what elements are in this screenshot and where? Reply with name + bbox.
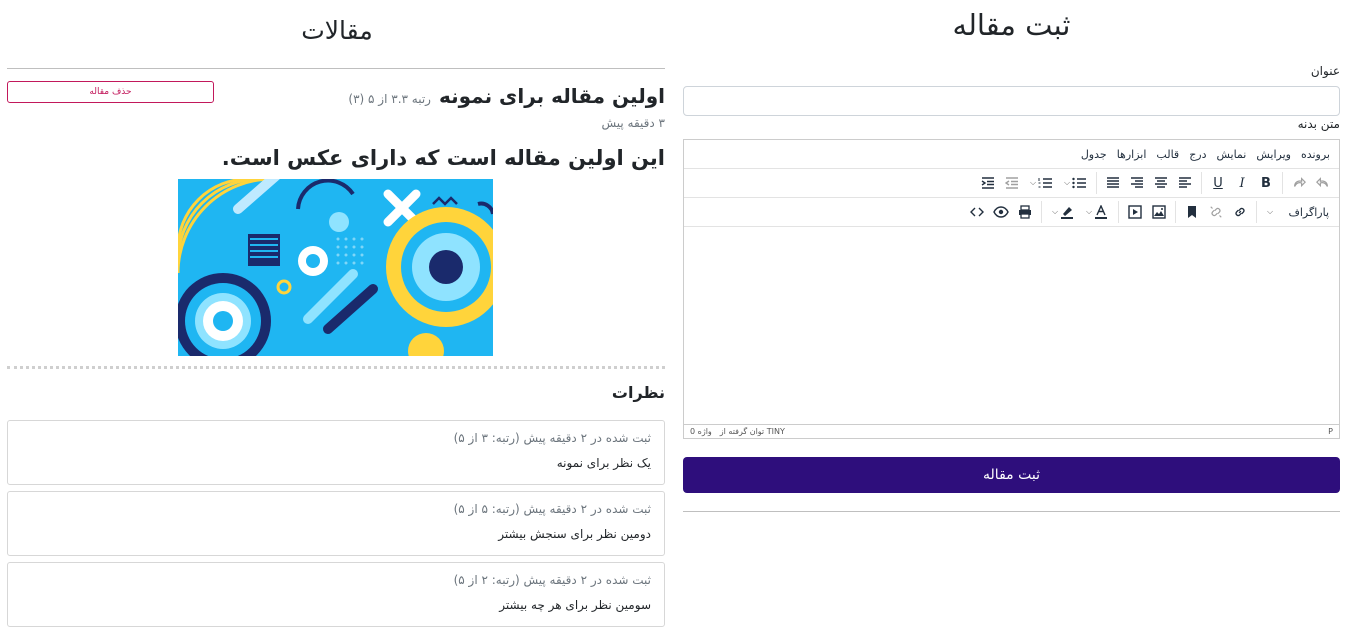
delete-article-button[interactable]: حذف مقاله bbox=[7, 81, 214, 103]
divider bbox=[683, 511, 1340, 512]
menu-edit[interactable]: ویرایش bbox=[1251, 148, 1296, 161]
title-input[interactable] bbox=[683, 86, 1340, 116]
menu-insert[interactable]: درج bbox=[1184, 148, 1211, 161]
toolbar-divider bbox=[1118, 201, 1119, 223]
editor-menubar: برونده ویرایش نمایش درج قالب ابزارها جدو… bbox=[684, 140, 1339, 169]
menu-view[interactable]: نمایش bbox=[1212, 148, 1252, 161]
italic-icon[interactable]: I bbox=[1230, 171, 1254, 195]
underline-icon[interactable]: U bbox=[1206, 171, 1230, 195]
preview-icon[interactable] bbox=[989, 200, 1013, 224]
numbered-list-icon[interactable]: ⌵ bbox=[1024, 171, 1058, 195]
align-justify-icon[interactable] bbox=[1101, 171, 1125, 195]
post-rating: رتبه ۳.۳ از ۵ (۳) bbox=[348, 92, 431, 106]
editor-toolbar-1: B I U ⌵ ⌵ bbox=[684, 169, 1339, 198]
media-icon[interactable] bbox=[1123, 200, 1147, 224]
post-title[interactable]: اولین مقاله برای نمونه bbox=[439, 84, 665, 108]
comment-card: ثبت شده در ۲ دقیقه پیش (رتبه: ۵ از ۵) دو… bbox=[7, 491, 665, 556]
chevron-down-icon: ⌵ bbox=[1267, 207, 1274, 216]
form-heading: ثبت مقاله bbox=[952, 8, 1071, 42]
title-label: عنوان bbox=[1310, 64, 1340, 78]
undo-icon[interactable] bbox=[1311, 171, 1335, 195]
comment-text: یک نظر برای نمونه bbox=[556, 456, 651, 470]
comment-text: دومین نظر برای سنجش بیشتر bbox=[498, 527, 651, 541]
bullet-list-icon[interactable]: ⌵ bbox=[1058, 171, 1092, 195]
editor-statusbar: P 0 واژه توان گرفته از TINY bbox=[684, 424, 1339, 438]
toolbar-divider bbox=[1282, 172, 1283, 194]
articles-heading: مقالات bbox=[301, 16, 373, 45]
bookmark-icon[interactable] bbox=[1180, 200, 1204, 224]
articles-section: مقالات حذف مقاله اولین مقاله برای نمونه … bbox=[7, 0, 665, 629]
editor-toolbar-2: پاراگراف ⌵ ⌵ ⌵ bbox=[684, 198, 1339, 227]
body-label: متن بدنه bbox=[1297, 117, 1340, 131]
tiny-branding[interactable]: توان گرفته از TINY bbox=[720, 427, 785, 436]
align-center-icon[interactable] bbox=[1149, 171, 1173, 195]
text-color-icon[interactable]: ⌵ bbox=[1080, 200, 1114, 224]
link-icon[interactable] bbox=[1228, 200, 1252, 224]
menu-file[interactable]: برونده bbox=[1296, 148, 1335, 161]
redo-icon[interactable] bbox=[1287, 171, 1311, 195]
menu-format[interactable]: قالب bbox=[1151, 148, 1184, 161]
align-right-icon[interactable] bbox=[1125, 171, 1149, 195]
outdent-icon[interactable] bbox=[1000, 171, 1024, 195]
comment-meta: ثبت شده در ۲ دقیقه پیش (رتبه: ۳ از ۵) bbox=[453, 431, 651, 445]
print-icon[interactable] bbox=[1013, 200, 1037, 224]
bold-icon[interactable]: B bbox=[1254, 171, 1278, 195]
divider bbox=[7, 68, 665, 69]
unlink-icon[interactable] bbox=[1204, 200, 1228, 224]
editor-content-area[interactable] bbox=[684, 227, 1339, 424]
submit-article-button[interactable]: ثبت مقاله bbox=[683, 457, 1340, 493]
toolbar-divider bbox=[1201, 172, 1202, 194]
toolbar-divider bbox=[1096, 172, 1097, 194]
toolbar-divider bbox=[1041, 201, 1042, 223]
toolbar-divider bbox=[1175, 201, 1176, 223]
comment-meta: ثبت شده در ۲ دقیقه پیش (رتبه: ۲ از ۵) bbox=[453, 573, 651, 587]
section-divider bbox=[7, 366, 665, 369]
comment-card: ثبت شده در ۲ دقیقه پیش (رتبه: ۲ از ۵) سو… bbox=[7, 562, 665, 627]
post-timestamp: ۳ دقیقه پیش bbox=[601, 116, 665, 130]
comment-text: سومین نظر برای هر چه بیشتر bbox=[499, 598, 651, 612]
format-select-value: پاراگراف bbox=[1288, 205, 1329, 219]
comments-heading: نظرات bbox=[611, 383, 665, 402]
comment-card: ثبت شده در ۲ دقیقه پیش (رتبه: ۳ از ۵) یک… bbox=[7, 420, 665, 485]
menu-tools[interactable]: ابزارها bbox=[1112, 148, 1152, 161]
post-image bbox=[178, 179, 493, 356]
rich-text-editor: برونده ویرایش نمایش درج قالب ابزارها جدو… bbox=[683, 139, 1340, 439]
post-body: این اولین مقاله است که دارای عکس است. bbox=[221, 146, 665, 170]
menu-table[interactable]: جدول bbox=[1076, 148, 1112, 161]
toolbar-divider bbox=[1256, 201, 1257, 223]
comment-meta: ثبت شده در ۲ دقیقه پیش (رتبه: ۵ از ۵) bbox=[453, 502, 651, 516]
align-left-icon[interactable] bbox=[1173, 171, 1197, 195]
format-select[interactable]: پاراگراف ⌵ bbox=[1261, 200, 1335, 224]
highlight-icon[interactable]: ⌵ bbox=[1046, 200, 1080, 224]
code-icon[interactable] bbox=[965, 200, 989, 224]
indent-icon[interactable] bbox=[976, 171, 1000, 195]
post-header: اولین مقاله برای نمونه رتبه ۳.۳ از ۵ (۳) bbox=[348, 84, 665, 108]
image-icon[interactable] bbox=[1147, 200, 1171, 224]
word-count: 0 واژه bbox=[690, 427, 712, 436]
article-form: ثبت مقاله عنوان متن بدنه برونده ویرایش ن… bbox=[683, 0, 1340, 629]
element-path[interactable]: P bbox=[1328, 427, 1333, 436]
